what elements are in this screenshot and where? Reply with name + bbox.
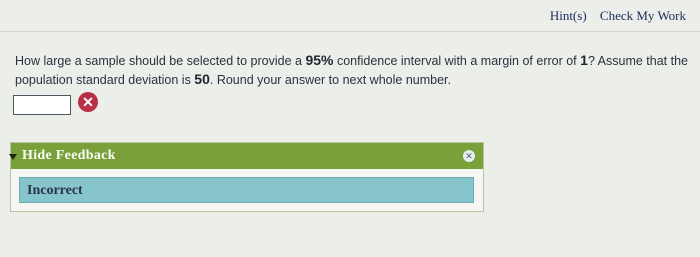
feedback-header[interactable]: Hide Feedback ✕	[9, 143, 483, 169]
incorrect-label: Incorrect	[27, 183, 83, 198]
question-part: How large a sample should be selected to…	[15, 54, 306, 68]
check-my-work-link[interactable]: Check My Work	[600, 8, 686, 23]
top-links: Hint(s) Check My Work	[540, 8, 686, 24]
feedback-result: Incorrect	[19, 177, 474, 203]
answer-input[interactable]	[13, 95, 71, 115]
x-circle-icon: ✕	[78, 92, 98, 112]
question-text: How large a sample should be selected to…	[15, 51, 695, 89]
confidence-level: 95%	[305, 52, 334, 68]
hide-feedback-toggle[interactable]: Hide Feedback	[22, 148, 116, 164]
close-icon[interactable]: ✕	[463, 150, 475, 162]
question-part: . Round your answer to next whole number…	[209, 73, 451, 87]
feedback-panel: Hide Feedback ✕ Incorrect	[9, 142, 484, 212]
collapse-triangle-icon[interactable]	[9, 154, 17, 160]
question-part: confidence interval with a margin of err…	[333, 54, 581, 68]
margin-of-error: 1	[580, 52, 588, 68]
divider	[0, 31, 700, 32]
hints-link[interactable]: Hint(s)	[550, 8, 587, 23]
population-sd: 50	[194, 71, 210, 87]
